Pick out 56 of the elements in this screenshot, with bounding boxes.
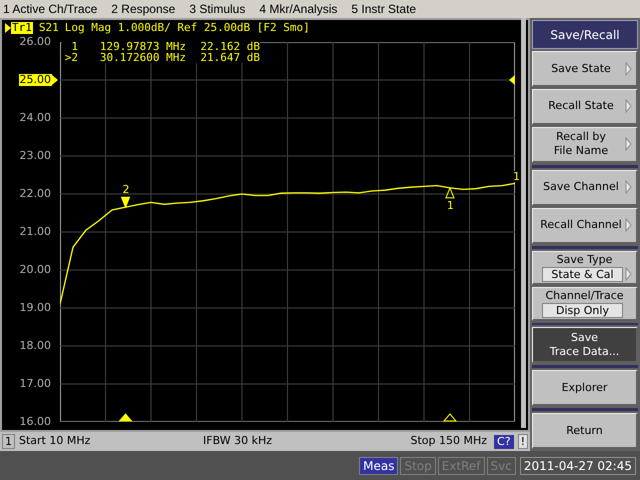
softkey-button[interactable]: Recall by File Name [532,126,638,163]
marker-id: 1 [71,41,78,52]
arrow-icon [625,137,632,152]
arrow-icon [625,99,632,114]
axis-label: 24.00 [18,112,52,124]
menu-item[interactable]: 2 Response [111,0,176,18]
if-bandwidth: IFBW 30 kHz [203,433,274,450]
arrow-icon [625,62,632,76]
axis-label: 22.00 [18,188,52,200]
trace-parameter: S21 [38,20,59,36]
alert-indicator: ! [518,434,528,449]
value-field: Disp Only [542,302,623,318]
marker-position-icon[interactable] [442,413,458,422]
menu-item[interactable]: 5 Instr State [351,0,416,18]
axis-label: 20.00 [18,264,52,276]
marker-frequency: 30.172600 MHz [98,52,186,63]
softkey-button[interactable]: Recall State [532,89,638,125]
axis-label: 21.00 [18,226,52,238]
arrow-icon [625,180,632,194]
marker-frequency: 129.97873 MHz [98,41,186,52]
marker-position-icon[interactable] [118,413,133,422]
trace-end-label: 1 [512,171,521,182]
marker-label: 1 [446,200,454,211]
softkey-button[interactable]: Save Trace Data... [532,327,638,364]
marker-value: 22.162 dB [199,41,260,52]
channel-number: 1 [2,434,15,449]
arrow-icon [625,218,632,232]
marker-id: >2 [64,52,78,63]
marker-label: 2 [122,184,130,196]
value-field: State & Cal [542,266,623,282]
date-time: 2011-04-27 02:45 [520,456,636,474]
menu-item[interactable]: 1 Active Ch/Trace [3,0,98,18]
start-frequency: Start 10 MHz [19,433,92,450]
softkey-button[interactable]: Save Type State & Cal [532,250,638,285]
marker-icon[interactable] [445,186,455,198]
softkey-button[interactable]: Save State [532,51,638,88]
calibration-status: C? [494,434,514,448]
softkey-button[interactable]: Return [532,413,638,449]
trace-settings: Log Mag 1.000dB/ Ref 25.00dB [F2 Smo] [64,20,310,36]
menu-item[interactable]: 4 Mkr/Analysis [259,0,338,18]
axis-label: 16.00 [18,416,52,428]
marker-value: 21.647 dB [199,52,260,63]
axis-label: 17.00 [18,378,52,390]
status-indicator: Meas [359,456,398,474]
marker-icon[interactable] [120,196,130,209]
menu-item[interactable]: 3 Stimulus [189,0,246,18]
axis-label: 23.00 [18,150,52,162]
stop-frequency: Stop 150 MHz [410,433,488,450]
axis-label: 26.00 [18,36,52,48]
axis-label: 18.00 [18,340,52,352]
softkey-button[interactable]: Channel/Trace Disp Only [532,286,638,320]
softkey-button[interactable]: Save Channel [532,170,638,206]
softkey-button[interactable]: Explorer [532,370,638,406]
axis-label: 19.00 [18,302,52,314]
menu-title: Save/Recall [532,20,638,50]
softkey-button[interactable]: Recall Channel [532,208,638,244]
